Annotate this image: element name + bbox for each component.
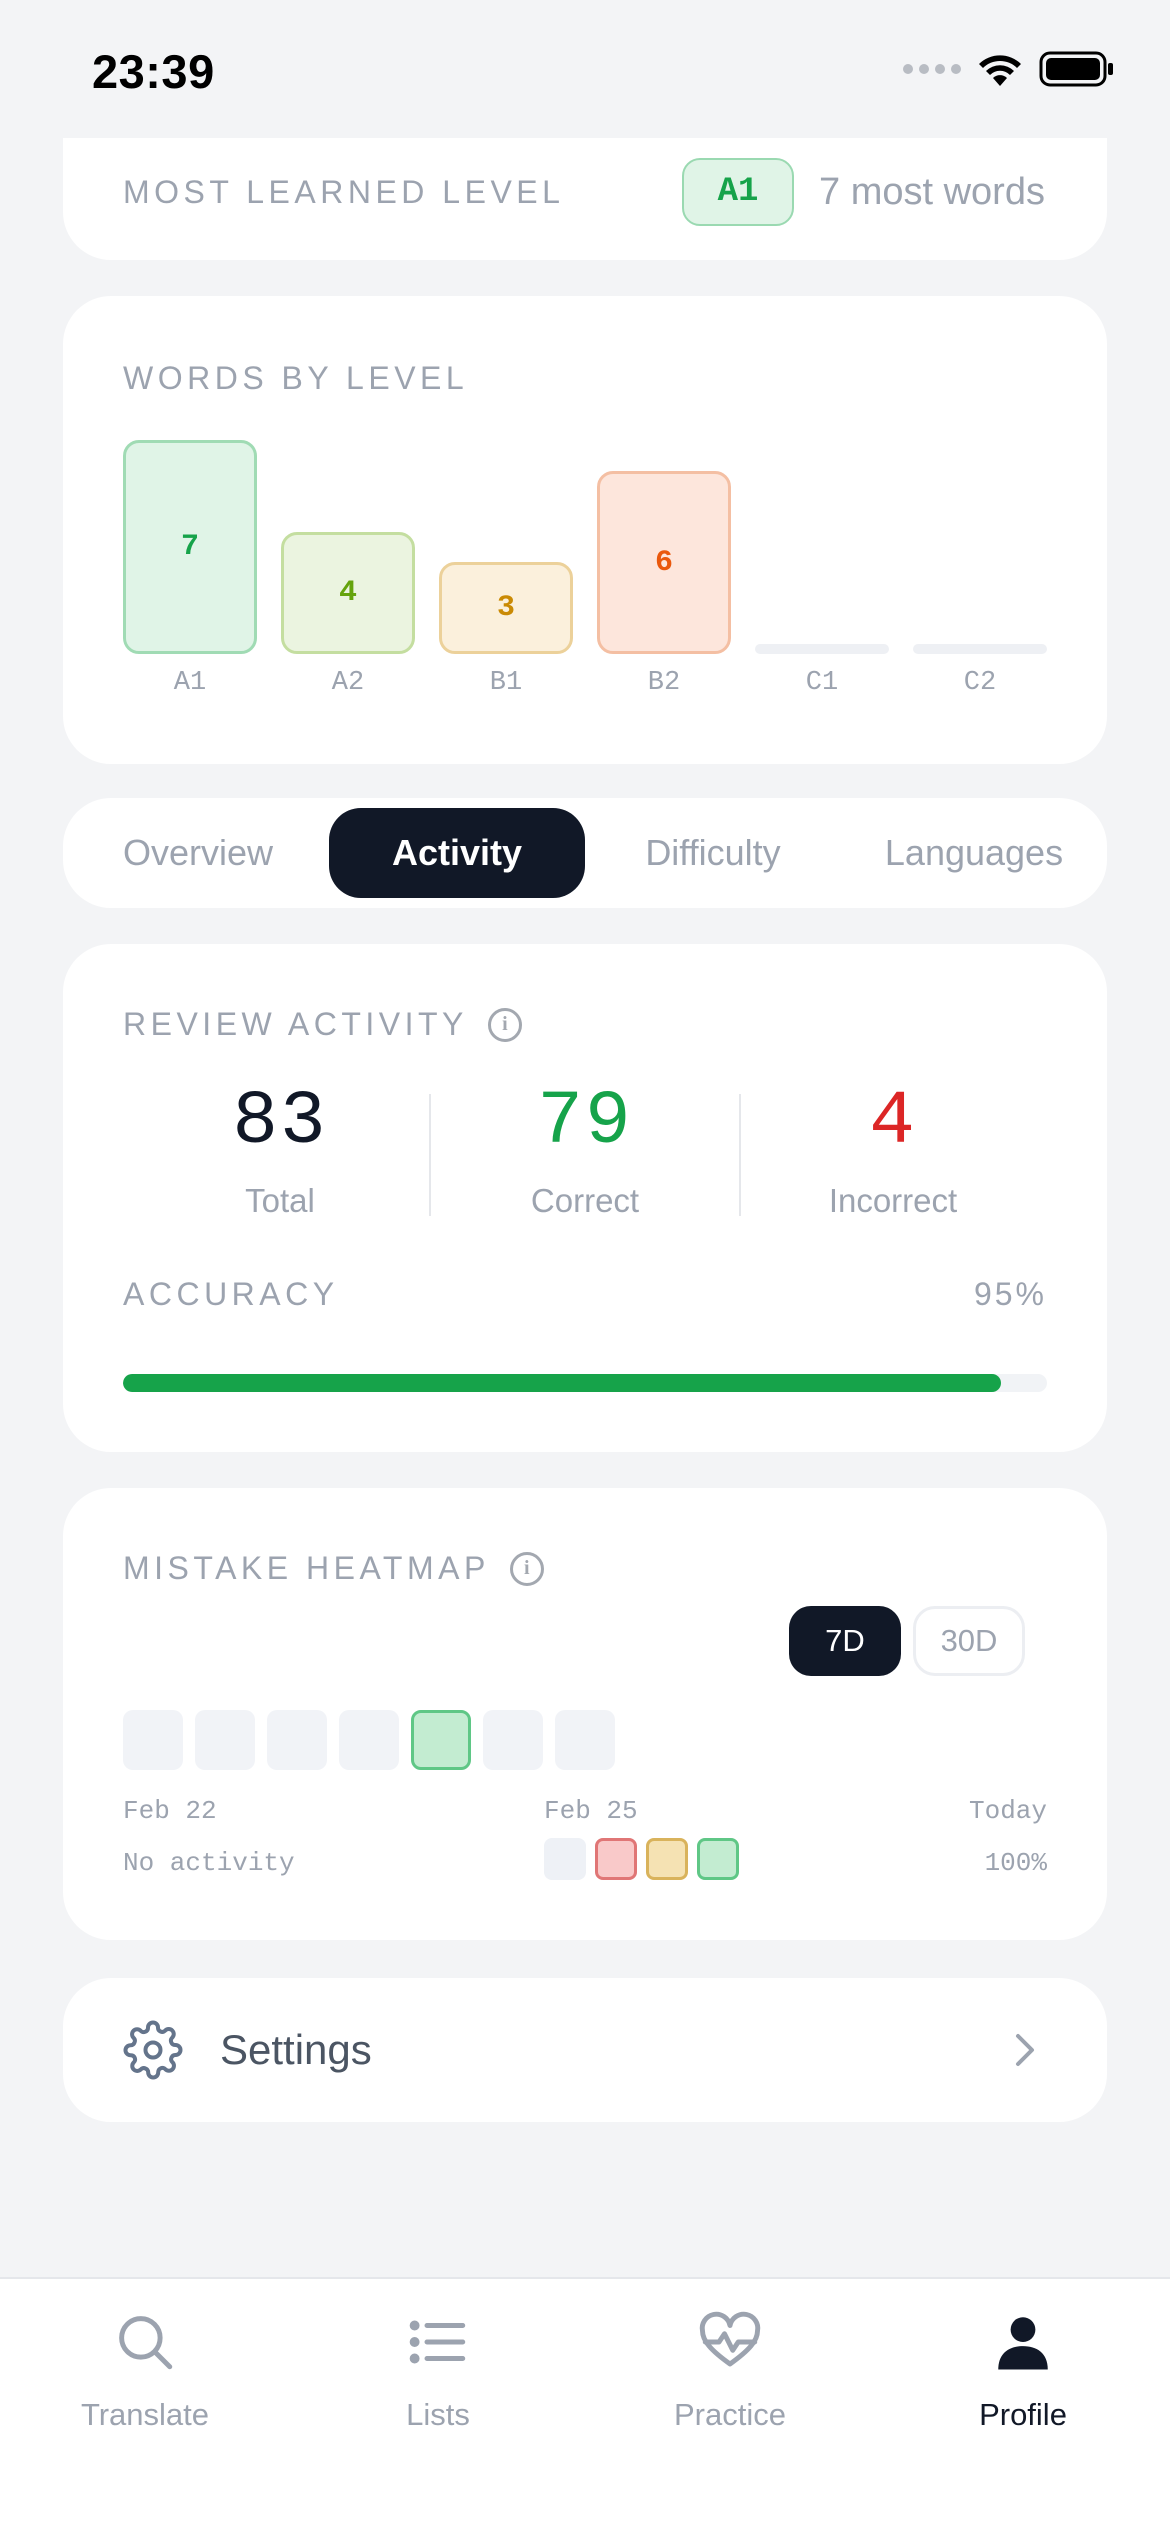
heatmap-day-cell[interactable] (411, 1710, 471, 1770)
stat-incorrect: 4 Incorrect (743, 1084, 1043, 1220)
info-icon[interactable]: i (509, 1551, 544, 1586)
nav-practice[interactable]: Practice (630, 2309, 830, 2433)
level-bar-label: B1 (489, 668, 523, 698)
cellular-signal-icon (903, 64, 961, 74)
chevron-right-icon (1016, 2034, 1034, 2066)
stat-divider (429, 1094, 431, 1216)
heatmap-legend-high: 100% (984, 1848, 1047, 1878)
heart-pulse-icon (699, 2311, 761, 2367)
most-learned-label: MOST LEARNED LEVEL (123, 174, 565, 210)
heatmap-mid-date: Feb 25 (544, 1796, 638, 1826)
level-bar-label: A1 (173, 668, 207, 698)
stat-divider (739, 1094, 741, 1216)
accuracy-value: 95% (973, 1276, 1047, 1312)
tab-activity[interactable]: Activity (329, 808, 585, 898)
stat-total-label: Total (245, 1182, 315, 1219)
bottom-tab-bar: Translate Lists Practice Profile (0, 2277, 1170, 2532)
mistake-heatmap-title: MISTAKE HEATMAP (123, 1550, 490, 1586)
range-7d-button[interactable]: 7D (789, 1606, 901, 1676)
level-bar-c2-empty (913, 644, 1047, 654)
most-learned-card: MOST LEARNED LEVEL A1 7 most words (63, 138, 1107, 260)
stat-incorrect-value: 4 (869, 1079, 917, 1165)
level-bar-label: C2 (963, 668, 997, 698)
battery-icon (1039, 51, 1113, 87)
review-activity-title: REVIEW ACTIVITY (123, 1006, 468, 1042)
stat-incorrect-label: Incorrect (828, 1182, 958, 1219)
stat-correct-label: Correct (530, 1182, 640, 1219)
heatmap-day-cell[interactable] (339, 1710, 399, 1770)
level-bar-label: B2 (647, 668, 681, 698)
range-30d-button[interactable]: 30D (913, 1606, 1025, 1676)
accuracy-progress-bar (123, 1374, 1047, 1392)
tab-languages[interactable]: Languages (841, 808, 1107, 898)
accuracy-progress-fill (123, 1374, 1001, 1392)
nav-translate-label: Translate (80, 2397, 210, 2432)
list-icon (409, 2320, 466, 2364)
accuracy-label: ACCURACY (123, 1276, 339, 1312)
settings-label: Settings (220, 2026, 372, 2073)
heatmap-day-cell[interactable] (483, 1710, 543, 1770)
level-bar-a1: 7 (123, 440, 257, 654)
heatmap-start-date: Feb 22 (123, 1796, 217, 1826)
words-by-level-title: WORDS BY LEVEL (123, 360, 469, 396)
mistake-heatmap-card: MISTAKE HEATMAP i 7D 30D Feb 22 Feb 25 T… (63, 1488, 1107, 1940)
heatmap-day-cell[interactable] (267, 1710, 327, 1770)
tab-overview[interactable]: Overview (63, 808, 333, 898)
stat-total-value: 83 (232, 1079, 328, 1165)
heatmap-day-cell[interactable] (195, 1710, 255, 1770)
settings-row[interactable]: Settings (63, 1978, 1107, 2122)
review-activity-card: REVIEW ACTIVITY i 83 Total 79 Correct 4 … (63, 944, 1107, 1452)
info-icon[interactable]: i (487, 1007, 522, 1042)
stat-correct: 79 Correct (435, 1084, 735, 1220)
heatmap-legend-swatch (595, 1838, 637, 1880)
level-bar-a2: 4 (281, 532, 415, 654)
nav-profile-label: Profile (979, 2397, 1067, 2432)
gear-icon (123, 2020, 183, 2080)
nav-translate[interactable]: Translate (45, 2309, 245, 2433)
level-bar-b2: 6 (597, 471, 731, 654)
stat-correct-value: 79 (537, 1079, 633, 1165)
wifi-icon (979, 55, 1021, 86)
status-icons (903, 50, 1115, 88)
person-icon (998, 2317, 1048, 2370)
search-icon (119, 2316, 173, 2370)
stat-total: 83 Total (130, 1084, 430, 1220)
level-bar-b1: 3 (439, 562, 573, 654)
status-time: 23:39 (92, 45, 215, 98)
heatmap-legend-swatch (697, 1838, 739, 1880)
nav-practice-label: Practice (674, 2397, 786, 2432)
nav-lists[interactable]: Lists (338, 2309, 538, 2433)
most-learned-level-badge: A1 (682, 158, 794, 226)
heatmap-legend-swatch (544, 1838, 586, 1880)
nav-profile[interactable]: Profile (923, 2309, 1123, 2433)
nav-lists-label: Lists (406, 2397, 470, 2432)
heatmap-end-date: Today (968, 1796, 1047, 1826)
level-bar-label: A2 (331, 668, 365, 698)
most-learned-detail: 7 most words (819, 171, 1045, 213)
heatmap-legend-low: No activity (123, 1848, 295, 1878)
stats-tab-bar: Overview Activity Difficulty Languages (63, 798, 1107, 908)
heatmap-legend-swatch (646, 1838, 688, 1880)
heatmap-day-cell[interactable] (555, 1710, 615, 1770)
level-bar-c1-empty (755, 644, 889, 654)
heatmap-day-cell[interactable] (123, 1710, 183, 1770)
level-bar-label: C1 (805, 668, 839, 698)
words-by-level-card: WORDS BY LEVEL 7 A1 4 A2 3 B1 6 B2 C1 C2 (63, 296, 1107, 764)
tab-difficulty[interactable]: Difficulty (585, 808, 841, 898)
